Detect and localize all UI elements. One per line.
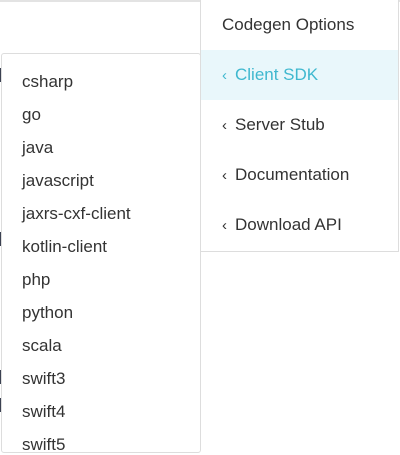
- sdk-option-go[interactable]: go: [2, 98, 200, 131]
- codegen-options-header: Codegen Options: [222, 15, 355, 34]
- chevron-left-icon: ‹: [222, 166, 227, 184]
- menu-item-download-api[interactable]: ‹ Download API: [201, 200, 398, 250]
- sdk-option-javascript[interactable]: javascript: [2, 164, 200, 197]
- menu-item-server-stub[interactable]: ‹ Server Stub: [201, 100, 398, 150]
- menu-item-label: Download API: [235, 215, 342, 234]
- client-sdk-list: csharp go java javascript jaxrs-cxf-clie…: [2, 54, 200, 452]
- menu-item-client-sdk[interactable]: ‹ Client SDK: [201, 50, 398, 100]
- sdk-option-kotlin-client[interactable]: kotlin-client: [2, 230, 200, 263]
- menu-item-label: Server Stub: [235, 115, 325, 134]
- chevron-left-icon: ‹: [222, 66, 227, 84]
- menu-item-label: Client SDK: [235, 65, 319, 84]
- sdk-option-java[interactable]: java: [2, 131, 200, 164]
- sdk-option-swift4[interactable]: swift4: [2, 395, 200, 428]
- client-sdk-submenu: csharp go java javascript jaxrs-cxf-clie…: [1, 53, 201, 453]
- codegen-options-menu: Codegen Options ‹ Client SDK ‹ Server St…: [200, 0, 399, 252]
- sdk-option-python[interactable]: python: [2, 296, 200, 329]
- sdk-option-scala[interactable]: scala: [2, 329, 200, 362]
- chevron-left-icon: ‹: [222, 116, 227, 134]
- sdk-option-jaxrs-cxf-client[interactable]: jaxrs-cxf-client: [2, 197, 200, 230]
- menu-item-label: Documentation: [235, 165, 350, 184]
- sdk-option-php[interactable]: php: [2, 263, 200, 296]
- sdk-option-swift5[interactable]: swift5: [2, 428, 200, 452]
- chevron-left-icon: ‹: [222, 216, 227, 234]
- sdk-option-swift3[interactable]: swift3: [2, 362, 200, 395]
- menu-item-documentation[interactable]: ‹ Documentation: [201, 150, 398, 200]
- sdk-option-csharp[interactable]: csharp: [2, 65, 200, 98]
